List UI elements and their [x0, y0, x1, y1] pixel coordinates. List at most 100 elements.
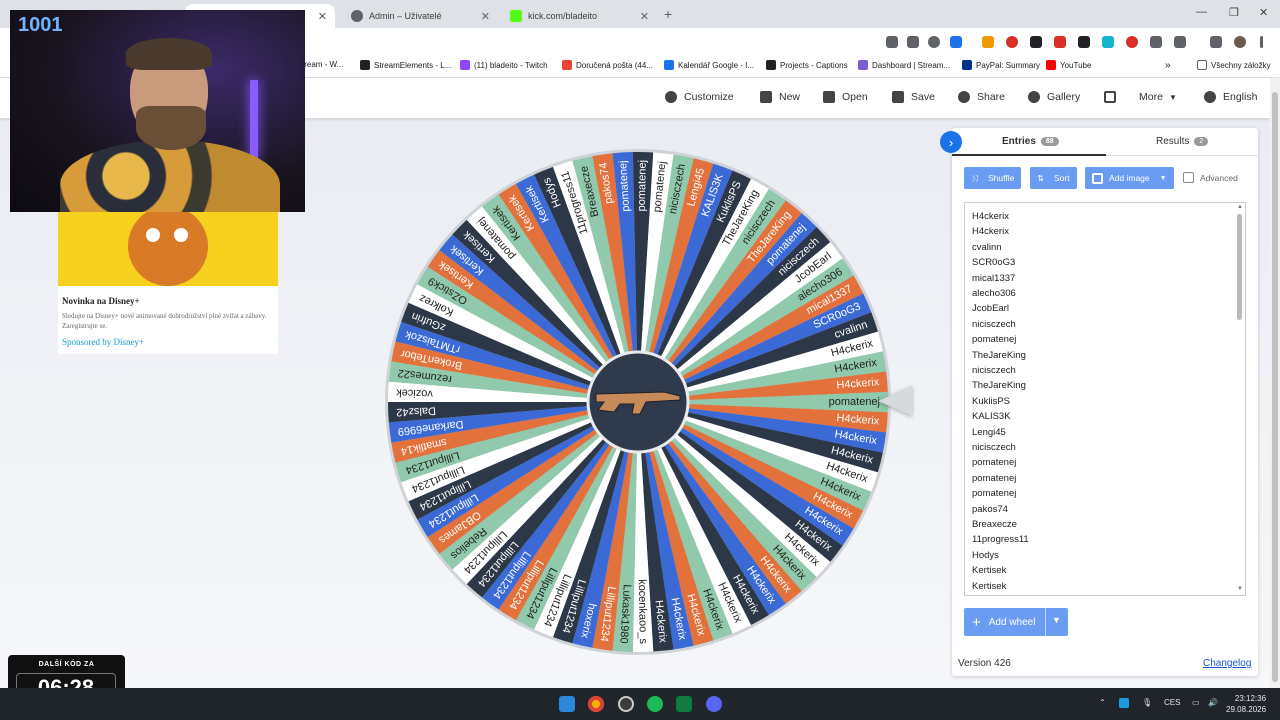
extension-icon[interactable] — [1102, 36, 1114, 48]
share-icon — [958, 91, 970, 103]
steam-icon[interactable] — [1119, 698, 1129, 708]
close-icon[interactable]: ✕ — [640, 10, 649, 23]
open-button[interactable]: Open — [823, 91, 868, 103]
fullscreen-button[interactable] — [1104, 91, 1123, 103]
chevron-down-icon: ▼ — [1159, 174, 1167, 182]
browser-tab-admin[interactable]: Admin – Uživatelé ✕ — [343, 4, 498, 28]
advanced-checkbox[interactable]: Advanced — [1183, 172, 1238, 183]
ad-image — [58, 212, 278, 286]
bookmark-item[interactable]: YouTube — [1046, 60, 1091, 70]
customize-button[interactable]: Customize — [665, 91, 734, 103]
add-wheel-button[interactable]: + Add wheel ▼ — [964, 608, 1068, 636]
close-window-button[interactable]: ✕ — [1259, 6, 1268, 19]
folder-open-icon — [823, 91, 835, 103]
entry-line: pakos74 — [972, 503, 1008, 515]
ad-sponsor-link[interactable]: Sponsored by Disney+ — [62, 337, 144, 347]
streamelements-icon — [360, 60, 370, 70]
extension-icon[interactable] — [982, 36, 994, 48]
entries-textarea[interactable]: H4ckerix H4ckerix cvalinn SCR0oG3 mical1337 a… — [964, 202, 1246, 596]
avatar[interactable] — [1234, 36, 1246, 48]
bookmark-label: Doručená pošta (44... — [576, 60, 653, 70]
more-button[interactable]: More ▼ — [1139, 91, 1177, 103]
new-tab-button[interactable]: + — [664, 6, 672, 22]
spotify-icon[interactable] — [647, 696, 663, 712]
close-icon[interactable]: ✕ — [481, 10, 490, 23]
volume-icon[interactable]: 🔊 — [1208, 698, 1218, 707]
microphone-icon[interactable]: 🎙 — [1142, 698, 1152, 707]
extension-icon[interactable] — [1054, 36, 1066, 48]
streamlabs-icon — [858, 60, 868, 70]
scroll-up-arrow[interactable]: ▲ — [1237, 204, 1243, 210]
star-icon[interactable] — [950, 36, 962, 48]
language-indicator[interactable]: CES — [1164, 698, 1180, 707]
minimize-button[interactable]: — — [1196, 6, 1207, 18]
excel-icon[interactable] — [676, 696, 692, 712]
entry-line: Hodys — [972, 549, 999, 561]
share-label: Share — [977, 91, 1006, 103]
zoom-icon[interactable] — [928, 36, 940, 48]
extension-icon[interactable] — [1126, 36, 1138, 48]
checkbox-box[interactable] — [1183, 172, 1194, 183]
puzzle-icon[interactable] — [1174, 36, 1186, 48]
page-scrollbar[interactable] — [1270, 78, 1280, 688]
tray-chevron-icon[interactable]: ⌃ — [1099, 698, 1106, 707]
eye-off-icon[interactable] — [886, 36, 898, 48]
bookmark-item[interactable]: Projects - Captions — [766, 60, 848, 70]
scroll-down-arrow[interactable]: ▼ — [1237, 586, 1243, 592]
collapse-panel-button[interactable]: › — [940, 131, 962, 153]
tab-entries[interactable]: Entries 88 — [1002, 136, 1059, 147]
kebab-menu-icon[interactable] — [1260, 36, 1263, 48]
taskbar-clock[interactable]: 23:12:36 29.08.2026 — [1226, 693, 1266, 715]
chrome-icon[interactable] — [588, 696, 604, 712]
twitch-icon — [460, 60, 470, 70]
restore-button[interactable]: ❐ — [1229, 6, 1239, 19]
language-button[interactable]: English — [1204, 91, 1257, 103]
shuffle-button[interactable]: ⤨ Shuffle — [964, 167, 1022, 189]
discord-icon[interactable] — [706, 696, 722, 712]
translate-icon[interactable] — [907, 36, 919, 48]
changelog-link[interactable]: Changelog — [1203, 658, 1251, 669]
shuffle-label: Shuffle — [988, 173, 1015, 183]
media-icon[interactable] — [1210, 36, 1222, 48]
obs-icon[interactable] — [618, 696, 634, 712]
entry-line: 11progress11 — [972, 534, 1029, 546]
wheel-segment-label: pomatenej — [636, 160, 649, 212]
sort-button[interactable]: ⇅ Sort — [1030, 167, 1077, 189]
entry-line: Breaxecze — [972, 519, 1017, 530]
entries-scrollbar[interactable] — [1237, 214, 1242, 320]
entry-line: pomatenej — [972, 457, 1017, 469]
new-button[interactable]: New — [760, 91, 800, 103]
save-label: Save — [911, 91, 935, 103]
bookmark-item[interactable]: Dashboard | Stream... — [858, 60, 950, 70]
share-button[interactable]: Share — [958, 91, 1005, 103]
network-icon[interactable]: ▭ — [1192, 698, 1200, 707]
gallery-button[interactable]: Gallery — [1028, 91, 1080, 103]
extension-icon[interactable] — [1030, 36, 1042, 48]
entry-line: pomatenej — [972, 488, 1017, 500]
windows-start-icon[interactable] — [559, 696, 575, 712]
spin-wheel[interactable]: pomatenejH4ckerixH4ckerixH4ckerixH4ckeri… — [384, 148, 892, 656]
bookmark-item[interactable]: StreamElements - L... — [360, 60, 451, 70]
scrollbar-thumb[interactable] — [1272, 92, 1278, 682]
all-bookmarks-button[interactable]: Všechny záložky — [1197, 60, 1271, 70]
bookmark-item[interactable]: Doručená pošta (44... — [562, 60, 653, 70]
bookmark-item[interactable]: PayPal: Summary — [962, 60, 1040, 70]
chevron-down-icon[interactable]: ▼ — [1052, 615, 1061, 625]
browser-tab-kick[interactable]: kick.com/bladeito ✕ — [502, 4, 657, 28]
tab-results[interactable]: Results 2 — [1156, 136, 1209, 147]
bookmark-item[interactable]: (11) bladeito - Twitch — [460, 60, 548, 70]
extension-icon[interactable] — [1150, 36, 1162, 48]
bookmarks-overflow-icon[interactable]: » — [1165, 60, 1171, 71]
chevron-down-icon: ▼ — [1168, 92, 1177, 102]
language-label: English — [1223, 91, 1258, 103]
paypal-icon — [962, 60, 972, 70]
close-icon[interactable]: ✕ — [318, 10, 327, 23]
add-image-button[interactable]: Add image ▼ — [1085, 167, 1174, 189]
palette-icon — [665, 91, 677, 103]
extension-icon[interactable] — [1006, 36, 1018, 48]
bookmark-item[interactable]: Kalendář Google - I... — [664, 60, 754, 70]
extension-icon[interactable] — [1078, 36, 1090, 48]
sponsored-ad[interactable]: Novinka na Disney+ Sledujte na Disney+ n… — [58, 212, 278, 354]
save-button[interactable]: Save — [892, 91, 935, 103]
bookmark-item[interactable]: tream - W... — [302, 60, 343, 69]
